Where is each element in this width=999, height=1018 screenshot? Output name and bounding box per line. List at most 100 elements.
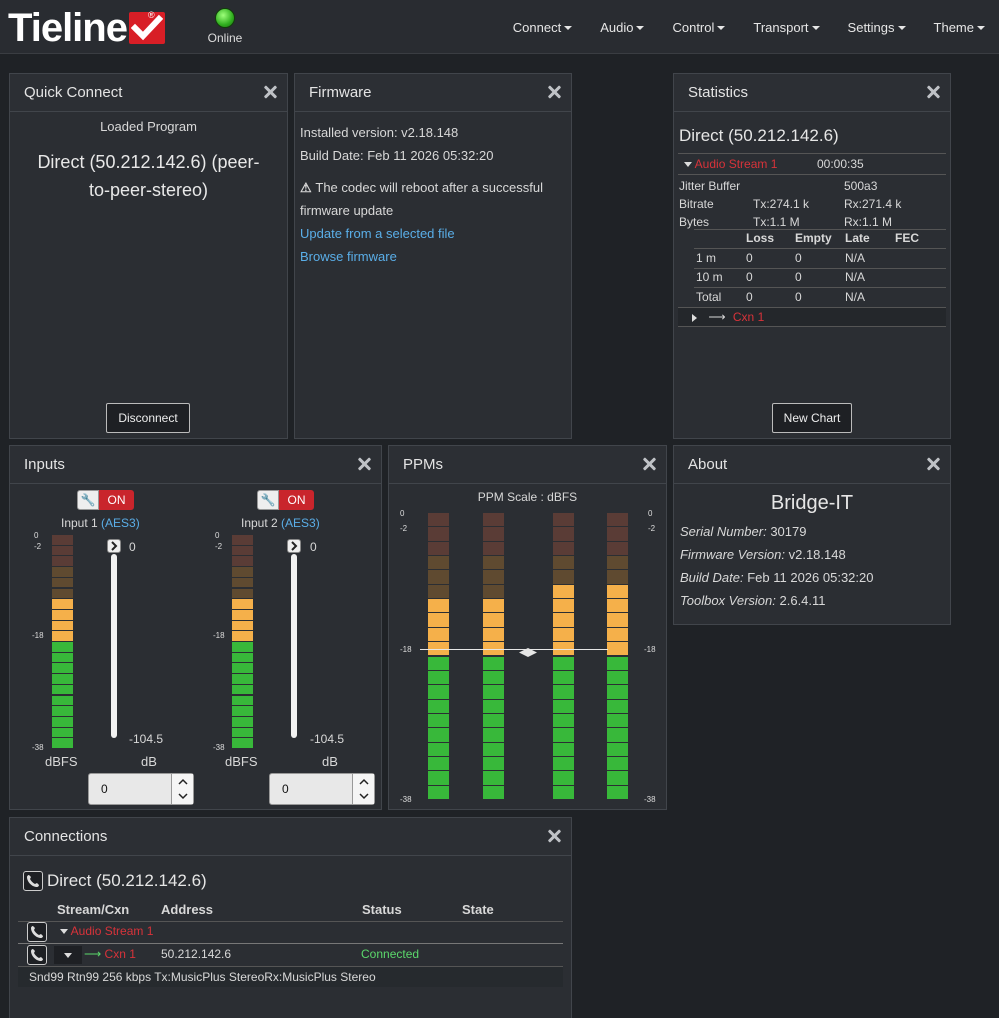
close-icon[interactable] bbox=[547, 829, 561, 843]
meter-segment bbox=[52, 609, 73, 620]
close-icon[interactable] bbox=[926, 457, 940, 471]
meter-segment bbox=[553, 728, 574, 742]
close-icon[interactable] bbox=[642, 457, 656, 471]
expand-icon bbox=[60, 929, 68, 935]
input-1-floor: -104.5 bbox=[129, 732, 164, 746]
meter-segment bbox=[553, 613, 574, 627]
wrench-icon[interactable]: 🔧 bbox=[257, 490, 279, 510]
meter-segment bbox=[52, 535, 73, 545]
update-from-file-link[interactable]: Update from a selected file bbox=[300, 222, 543, 245]
cxn-row[interactable]: ⟶ Cxn 1 bbox=[678, 308, 946, 326]
expand-icon bbox=[684, 162, 692, 168]
stream-row[interactable]: Audio Stream 1 bbox=[684, 157, 777, 171]
menu-theme[interactable]: Theme bbox=[934, 20, 985, 35]
panel-header: Connections bbox=[10, 818, 571, 856]
menu-connect[interactable]: Connect bbox=[513, 20, 573, 35]
menu-transport[interactable]: Transport bbox=[753, 20, 820, 35]
panel-title: About bbox=[688, 456, 728, 473]
menu-audio[interactable]: Audio bbox=[600, 20, 645, 35]
close-icon[interactable] bbox=[263, 85, 277, 99]
meter-segment bbox=[607, 513, 628, 527]
new-chart-button[interactable]: New Chart bbox=[772, 403, 852, 433]
phone-icon[interactable] bbox=[27, 945, 47, 965]
build-date: Build Date: Feb 11 2026 05:32:20 bbox=[300, 148, 494, 163]
meter-segment bbox=[52, 620, 73, 631]
input-2-controls: 🔧 ON bbox=[257, 490, 314, 510]
close-icon[interactable] bbox=[357, 457, 371, 471]
meter-segment bbox=[428, 627, 449, 642]
ppms-panel: PPMs PPM Scale : dBFS 0 -2 -18 -38 0 -2 … bbox=[388, 445, 667, 810]
meter-segment bbox=[52, 727, 73, 738]
logo-text: Tieline bbox=[8, 5, 128, 50]
meter-segment bbox=[607, 771, 628, 785]
meter-segment bbox=[52, 556, 73, 567]
meter-segment bbox=[553, 756, 574, 771]
close-icon[interactable] bbox=[547, 85, 561, 99]
meter-segment bbox=[483, 713, 504, 728]
spinner-up-icon[interactable] bbox=[352, 774, 374, 789]
input-2-fader[interactable] bbox=[291, 554, 297, 738]
meter-segment bbox=[428, 699, 449, 713]
caret-down-icon bbox=[636, 26, 645, 31]
meter-segment bbox=[553, 513, 574, 527]
disconnect-button[interactable]: Disconnect bbox=[106, 403, 190, 433]
input-2-label: Input 2 (AES3) bbox=[241, 516, 320, 530]
meter-segment bbox=[483, 613, 504, 627]
panel-header: Firmware bbox=[295, 74, 571, 112]
input-2-db-label: dB bbox=[322, 754, 338, 769]
status-label: Online bbox=[207, 31, 243, 45]
caret-down-icon bbox=[897, 26, 906, 31]
input-1-gain-spinner[interactable]: 0 bbox=[88, 773, 194, 805]
spinner-up-icon[interactable] bbox=[171, 774, 193, 789]
meter-segment bbox=[607, 685, 628, 699]
input-1-fader[interactable] bbox=[111, 554, 117, 738]
meter-segment bbox=[553, 699, 574, 713]
input-2-on-toggle[interactable]: ON bbox=[279, 490, 314, 510]
meter-segment bbox=[607, 570, 628, 584]
meter-segment bbox=[232, 609, 253, 620]
inputs-panel: Inputs 🔧 ON Input 1 (AES3) 0 -2 -18 -38 … bbox=[9, 445, 382, 810]
chevron-right-icon[interactable] bbox=[287, 539, 301, 553]
quick-connect-panel: Quick Connect Loaded Program Direct (50.… bbox=[9, 73, 288, 439]
meter-segment bbox=[232, 706, 253, 716]
meter-segment bbox=[428, 599, 449, 613]
loaded-program-label: Loaded Program bbox=[100, 119, 197, 134]
input-2-gain-spinner[interactable]: 0 bbox=[269, 773, 375, 805]
chevron-right-icon[interactable] bbox=[107, 539, 121, 553]
spinner-down-icon[interactable] bbox=[352, 789, 374, 804]
loaded-program-name: Direct (50.212.142.6) (peer- to-peer-ste… bbox=[37, 152, 260, 200]
ppm-meter bbox=[607, 513, 628, 800]
chevron-down-icon bbox=[64, 952, 72, 958]
meter-segment bbox=[553, 771, 574, 785]
stream-name: Audio Stream 1 bbox=[694, 157, 778, 171]
menu-settings[interactable]: Settings bbox=[848, 20, 906, 35]
logo-registered: ® bbox=[148, 10, 155, 20]
meter-segment bbox=[607, 713, 628, 728]
stream-row[interactable]: Audio Stream 1 bbox=[60, 924, 153, 938]
expand-icon bbox=[692, 313, 697, 322]
meter-segment bbox=[553, 713, 574, 728]
input-1-on-toggle[interactable]: ON bbox=[99, 490, 134, 510]
tieline-logo[interactable]: Tieline ® bbox=[8, 6, 165, 50]
browse-firmware-link[interactable]: Browse firmware bbox=[300, 245, 543, 268]
close-icon[interactable] bbox=[926, 85, 940, 99]
phone-icon[interactable] bbox=[27, 922, 47, 942]
ppm-meter bbox=[428, 513, 449, 800]
meter-segment bbox=[483, 656, 504, 670]
meter-segment bbox=[52, 588, 73, 599]
cxn-row[interactable]: ⟶ Cxn 1 bbox=[84, 947, 136, 961]
meter-segment bbox=[607, 627, 628, 642]
ppm-scale-title: PPM Scale : dBFS bbox=[477, 490, 578, 504]
meter-segment bbox=[232, 588, 253, 599]
input-2-gain-value: 0 bbox=[310, 540, 317, 554]
phone-icon[interactable] bbox=[23, 871, 43, 891]
meter-segment bbox=[52, 738, 73, 748]
menu-control[interactable]: Control bbox=[672, 20, 726, 35]
meter-segment bbox=[607, 584, 628, 599]
cxn-dropdown[interactable] bbox=[54, 946, 82, 964]
meter-segment bbox=[52, 642, 73, 652]
wrench-icon[interactable]: 🔧 bbox=[77, 490, 99, 510]
meter-segment bbox=[483, 728, 504, 742]
spinner-down-icon[interactable] bbox=[171, 789, 193, 804]
cxn-details: Snd99 Rtn99 256 kbps Tx:MusicPlus Stereo… bbox=[18, 967, 563, 987]
